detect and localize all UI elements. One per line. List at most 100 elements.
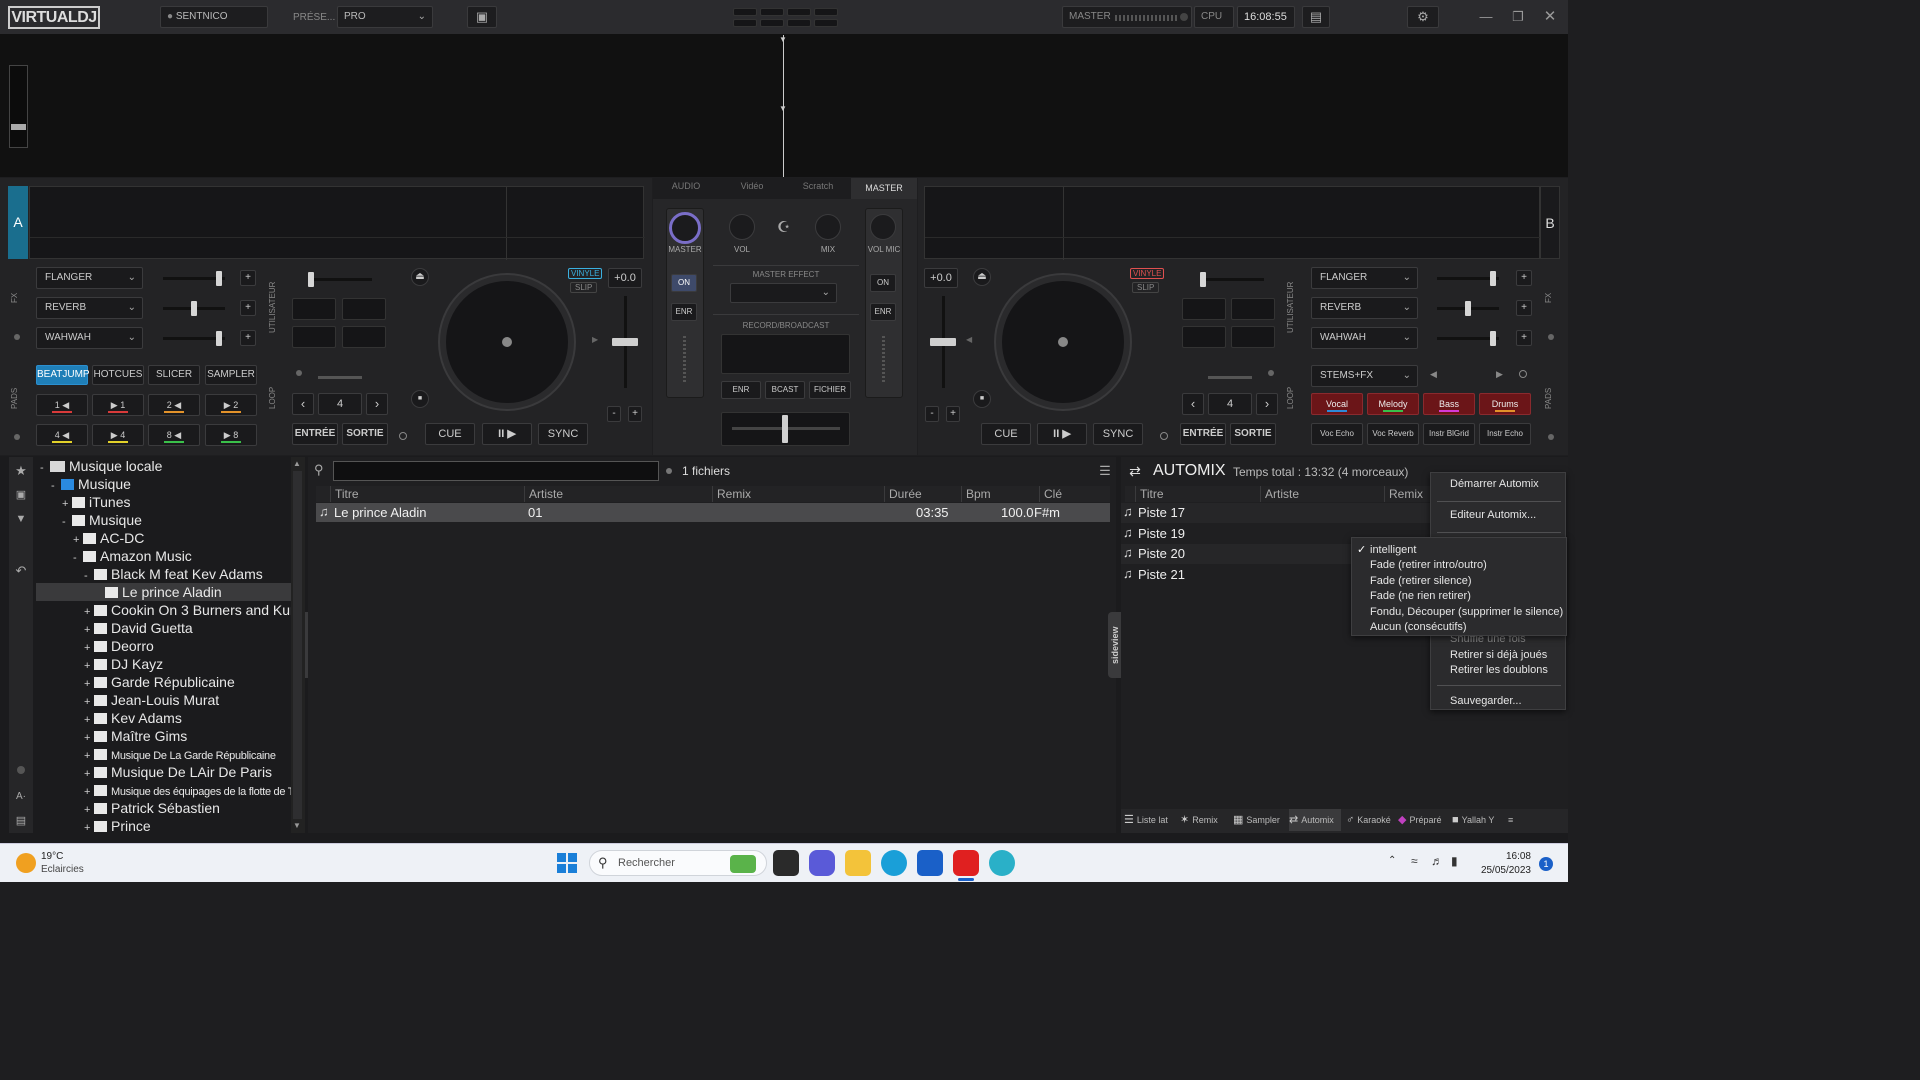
deck-a-loop-value[interactable]: 4 <box>318 393 362 415</box>
tree-item[interactable]: + AC-DC <box>36 529 291 547</box>
virtualdj-app-icon[interactable] <box>953 850 979 876</box>
automix-col-titre[interactable]: Titre <box>1135 486 1260 502</box>
fx-slider-knob[interactable] <box>1490 271 1496 286</box>
fx-slider-knob[interactable] <box>191 301 197 316</box>
taskview-app-icon[interactable] <box>773 850 799 876</box>
explorer-app-icon[interactable] <box>845 850 871 876</box>
mic-enr-button[interactable]: ENR <box>870 303 896 321</box>
taskbar-time[interactable]: 16:08 <box>1505 851 1531 862</box>
tree-item[interactable]: + Jean-Louis Murat <box>36 691 291 709</box>
col-remix[interactable]: Remix <box>712 486 884 502</box>
deck-b-user-btn-3[interactable] <box>1182 326 1226 348</box>
pad-button[interactable]: 4 ◀ <box>36 424 88 446</box>
menu-remove-duplicates[interactable]: Retirer les doublons <box>1450 664 1548 676</box>
deck-b-pitch-plus[interactable]: + <box>946 406 960 422</box>
col-duree[interactable]: Durée <box>884 486 961 502</box>
menu-start-automix[interactable]: Démarrer Automix <box>1450 478 1539 490</box>
tab-sampler[interactable]: SAMPLER <box>205 365 257 385</box>
tab-audio[interactable]: AUDIO <box>653 181 719 191</box>
star-icon[interactable]: ★ <box>11 461 31 481</box>
box-icon[interactable]: ▣ <box>467 6 497 28</box>
menu-automix-editor[interactable]: Editeur Automix... <box>1450 509 1536 521</box>
vol-knob[interactable] <box>729 214 755 240</box>
tree-item[interactable]: Le prince Aladin <box>36 583 291 601</box>
teams-app-icon[interactable] <box>809 850 835 876</box>
stem-fx-button[interactable]: Voc Echo <box>1311 423 1363 445</box>
pad-button[interactable]: ▶ 1 <box>92 394 144 416</box>
deck-b-sortie[interactable]: SORTIE <box>1230 423 1276 445</box>
back-icon[interactable]: ↶ <box>11 561 31 581</box>
tab-list[interactable]: ☰ Liste lat <box>1124 809 1176 831</box>
tree-item[interactable]: - Musique <box>36 511 291 529</box>
chevron-up-icon[interactable]: ⌃ <box>1388 855 1396 866</box>
deck-b-stems-mode[interactable]: STEMS+FX ⌄ <box>1311 365 1418 387</box>
deck-b-cue[interactable]: CUE <box>981 423 1031 445</box>
master-knob[interactable] <box>669 212 701 244</box>
master-on-button[interactable]: ON <box>671 274 697 292</box>
gear-icon[interactable]: ⚙ <box>1407 6 1439 28</box>
minimize-icon[interactable]: — <box>1476 7 1496 27</box>
deck-a-fx-1-slider[interactable] <box>163 271 225 286</box>
deck-b-pitch-slider[interactable] <box>930 296 956 388</box>
wifi-icon[interactable]: ≈ <box>1411 854 1418 868</box>
chat-app-icon[interactable] <box>989 850 1015 876</box>
deck-a-stop-icon[interactable]: ■ <box>411 390 429 408</box>
deck-a-pitch-plus[interactable]: + <box>628 406 642 422</box>
tab-video[interactable]: Vidéo <box>719 181 785 191</box>
calendar-icon[interactable]: ▤ <box>1302 6 1330 28</box>
deck-b-user-btn-2[interactable] <box>1231 298 1275 320</box>
stem-button-bass[interactable]: Bass <box>1423 393 1475 415</box>
zoom-slider[interactable] <box>9 65 28 148</box>
headphones-icon[interactable]: ☪ <box>777 218 790 236</box>
taskbar-search[interactable]: ⚲ Rechercher <box>589 850 767 876</box>
deck-a-vinyl[interactable]: VINYLE <box>568 268 603 279</box>
windows-start-icon[interactable] <box>557 853 577 873</box>
deck-b-loop-led[interactable] <box>1268 370 1274 376</box>
deck-b-pads-led[interactable] <box>1548 434 1554 440</box>
preset-select[interactable]: PRO ⌄ <box>337 6 433 28</box>
notification-badge[interactable]: 1 <box>1539 857 1553 871</box>
deck-b-stems-led[interactable] <box>1519 370 1527 378</box>
submenu-fade-nothing[interactable]: Fade (ne rien retirer) <box>1370 590 1471 602</box>
maximize-icon[interactable]: ❐ <box>1508 7 1528 27</box>
deck-b-jogwheel[interactable] <box>996 275 1130 409</box>
deck-a-fx-3-slider[interactable] <box>163 331 225 346</box>
layout-icon[interactable]: ▤ <box>11 811 31 831</box>
deck-b-sync[interactable]: SYNC <box>1093 423 1143 445</box>
tree-item[interactable]: + Patrick Sébastien <box>36 799 291 817</box>
tab-scratch[interactable]: Scratch <box>785 181 851 191</box>
tab-slicer[interactable]: SLICER <box>148 365 200 385</box>
col-cle[interactable]: Clé <box>1039 486 1110 502</box>
deck-b-play[interactable]: II ▶ <box>1037 423 1087 445</box>
submenu-aucun[interactable]: Aucun (consécutifs) <box>1370 621 1467 633</box>
deck-a-fx-2-add[interactable]: + <box>240 300 256 316</box>
deck-a-fx-1-add[interactable]: + <box>240 270 256 286</box>
tab-folder[interactable]: ■ Yallah Y <box>1452 809 1504 831</box>
tree-item[interactable]: - Black M feat Kev Adams <box>36 565 291 583</box>
deck-b-stems-next[interactable]: ▶ <box>1496 369 1503 380</box>
deck-b-loop-next[interactable]: › <box>1256 393 1278 415</box>
waveform-area[interactable]: ▼ ▼ <box>0 35 1568 177</box>
deck-a-fx-led[interactable] <box>14 334 20 340</box>
tree-item[interactable]: +Cookin On 3 Burners and Kungs <box>36 601 291 619</box>
scroll-down-icon[interactable]: ▼ <box>293 821 301 830</box>
filter-icon[interactable]: ▼ <box>11 509 31 529</box>
pad-button[interactable]: ▶ 8 <box>205 424 257 446</box>
tab-sampler[interactable]: ▦ Sampler <box>1233 809 1285 831</box>
menu-remove-played[interactable]: Retirer si déjà joués <box>1450 649 1547 661</box>
deck-a-user-btn-3[interactable] <box>292 326 336 348</box>
deck-b-fx-3-slider[interactable] <box>1437 331 1499 346</box>
deck-b-fx-1-add[interactable]: + <box>1516 270 1532 286</box>
stem-button-melody[interactable]: Melody <box>1367 393 1419 415</box>
deck-b-entree[interactable]: ENTRÉE <box>1180 423 1226 445</box>
mic-on-button[interactable]: ON <box>870 274 896 292</box>
taskbar-date[interactable]: 25/05/2023 <box>1478 865 1531 876</box>
deck-a-fx-2[interactable]: REVERB ⌄ <box>36 297 143 319</box>
bcast-button[interactable]: BCAST <box>765 381 805 399</box>
col-titre[interactable]: Titre <box>330 486 524 502</box>
tab-master[interactable]: MASTER <box>851 178 917 199</box>
tree-item[interactable]: - Amazon Music <box>36 547 291 565</box>
fx-slider-knob[interactable] <box>216 331 222 346</box>
deck-b-letter[interactable]: B <box>1540 186 1560 259</box>
fichier-button[interactable]: FICHIER <box>809 381 851 399</box>
